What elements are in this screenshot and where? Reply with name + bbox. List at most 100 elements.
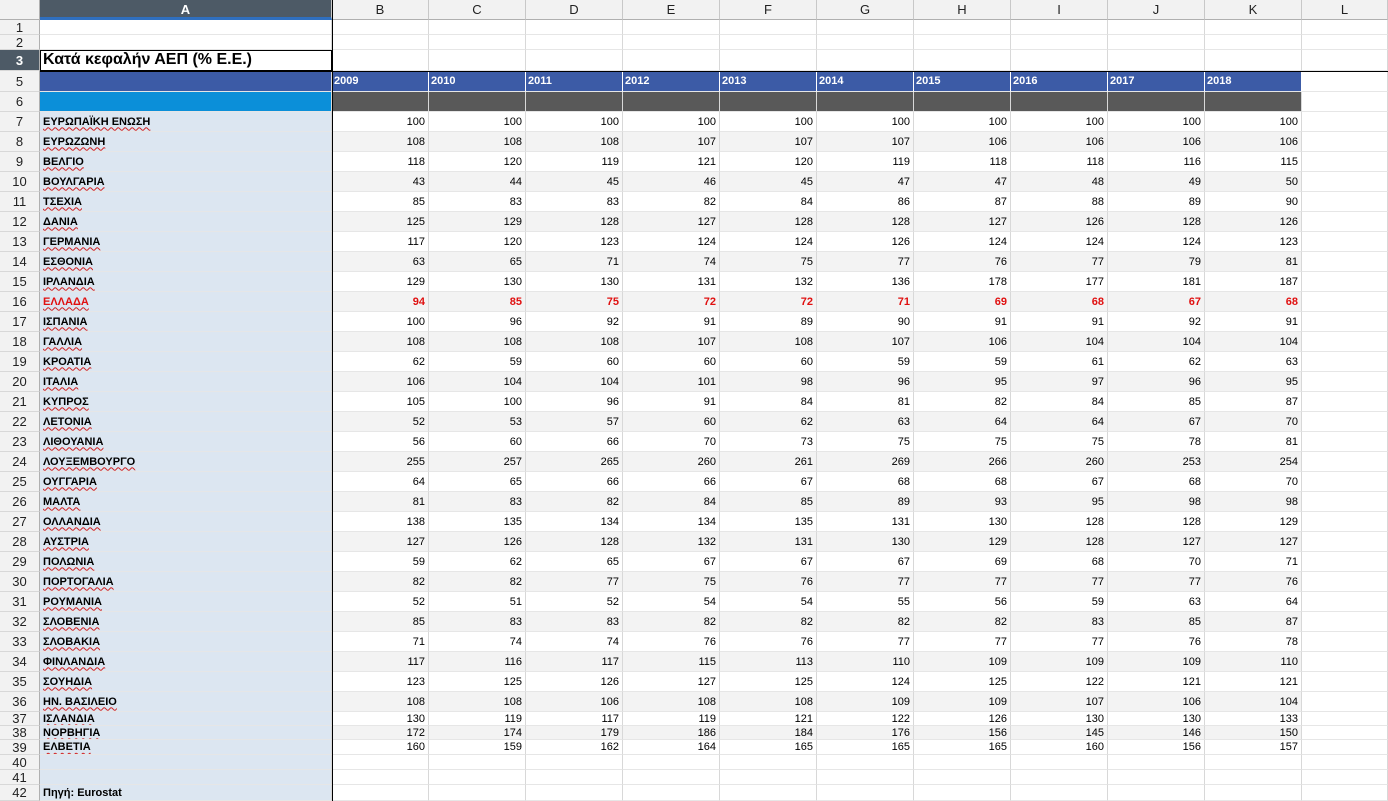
value-cell[interactable]: 68	[914, 472, 1011, 492]
empty-cell[interactable]	[1302, 492, 1388, 512]
select-all-corner[interactable]	[0, 0, 40, 20]
column-header-f[interactable]: F	[720, 0, 817, 20]
value-cell[interactable]: 150	[1205, 726, 1302, 740]
value-cell[interactable]: 266	[914, 452, 1011, 472]
value-cell[interactable]: 128	[1108, 512, 1205, 532]
value-cell[interactable]: 56	[332, 432, 429, 452]
value-cell[interactable]: 78	[1205, 632, 1302, 652]
value-cell[interactable]: 125	[720, 672, 817, 692]
value-cell[interactable]: 104	[1205, 692, 1302, 712]
country-label[interactable]: ΣΛΟΒΕΝΙΑ	[40, 612, 332, 632]
value-cell[interactable]: 76	[720, 632, 817, 652]
value-cell[interactable]: 104	[526, 372, 623, 392]
value-cell[interactable]: 47	[914, 172, 1011, 192]
value-cell[interactable]: 100	[332, 112, 429, 132]
value-cell[interactable]: 108	[526, 332, 623, 352]
value-cell[interactable]: 67	[720, 552, 817, 572]
value-cell[interactable]: 54	[623, 592, 720, 612]
value-cell[interactable]: 82	[720, 612, 817, 632]
country-label[interactable]: ΙΡΛΑΝΔΙΑ	[40, 272, 332, 292]
country-label[interactable]: ΕΥΡΩΠΑΪΚΗ ΕΝΩΣΗ	[40, 112, 332, 132]
value-cell[interactable]: 65	[526, 552, 623, 572]
value-cell[interactable]: 122	[1011, 672, 1108, 692]
value-cell[interactable]: 108	[332, 132, 429, 152]
value-cell[interactable]: 108	[429, 692, 526, 712]
value-cell[interactable]: 160	[332, 740, 429, 755]
value-cell[interactable]: 75	[526, 292, 623, 312]
row-header-40[interactable]: 40	[0, 755, 40, 770]
value-cell[interactable]: 127	[1205, 532, 1302, 552]
value-cell[interactable]: 91	[623, 392, 720, 412]
row-header-17[interactable]: 17	[0, 312, 40, 332]
value-cell[interactable]: 123	[332, 672, 429, 692]
sheet-title-cell[interactable]: Κατά κεφαλήν ΑΕΠ (% Ε.Ε.)	[40, 50, 332, 71]
value-cell[interactable]: 87	[914, 192, 1011, 212]
value-cell[interactable]: 109	[817, 692, 914, 712]
value-cell[interactable]: 131	[623, 272, 720, 292]
band-cell[interactable]	[40, 92, 332, 112]
country-label[interactable]: ΠΟΛΩΝΙΑ	[40, 552, 332, 572]
value-cell[interactable]: 106	[1205, 132, 1302, 152]
empty-cell[interactable]	[1108, 20, 1205, 35]
value-cell[interactable]: 95	[914, 372, 1011, 392]
empty-cell[interactable]	[526, 35, 623, 50]
value-cell[interactable]: 43	[332, 172, 429, 192]
value-cell[interactable]: 261	[720, 452, 817, 472]
value-cell[interactable]: 100	[720, 112, 817, 132]
value-cell[interactable]: 177	[1011, 272, 1108, 292]
value-cell[interactable]: 83	[1011, 612, 1108, 632]
value-cell[interactable]: 104	[1205, 332, 1302, 352]
value-cell[interactable]: 82	[623, 612, 720, 632]
empty-cell[interactable]	[1302, 612, 1388, 632]
empty-cell[interactable]	[817, 785, 914, 801]
empty-cell[interactable]	[526, 20, 623, 35]
value-cell[interactable]: 76	[1205, 572, 1302, 592]
value-cell[interactable]: 84	[623, 492, 720, 512]
value-cell[interactable]: 56	[914, 592, 1011, 612]
value-cell[interactable]: 122	[817, 712, 914, 726]
row-header-8[interactable]: 8	[0, 132, 40, 152]
value-cell[interactable]: 70	[1205, 412, 1302, 432]
value-cell[interactable]: 86	[817, 192, 914, 212]
empty-cell[interactable]	[1302, 652, 1388, 672]
value-cell[interactable]: 108	[429, 132, 526, 152]
value-cell[interactable]: 124	[1108, 232, 1205, 252]
year-header-2016[interactable]: 2016	[1011, 71, 1108, 92]
country-label[interactable]: ΣΛΟΒΑΚΙΑ	[40, 632, 332, 652]
value-cell[interactable]: 46	[623, 172, 720, 192]
empty-cell[interactable]	[1302, 20, 1388, 35]
empty-cell[interactable]	[720, 35, 817, 50]
country-label[interactable]: ΒΕΛΓΙΟ	[40, 152, 332, 172]
row-header-14[interactable]: 14	[0, 252, 40, 272]
value-cell[interactable]: 68	[1205, 292, 1302, 312]
value-cell[interactable]: 82	[914, 392, 1011, 412]
empty-cell[interactable]	[720, 770, 817, 785]
value-cell[interactable]: 50	[1205, 172, 1302, 192]
value-cell[interactable]: 165	[817, 740, 914, 755]
value-cell[interactable]: 71	[526, 252, 623, 272]
empty-cell[interactable]	[1011, 35, 1108, 50]
value-cell[interactable]: 81	[1205, 252, 1302, 272]
value-cell[interactable]: 125	[914, 672, 1011, 692]
value-cell[interactable]: 123	[526, 232, 623, 252]
country-label[interactable]: ΕΛΛΑΔΑ	[40, 292, 332, 312]
empty-cell[interactable]	[332, 35, 429, 50]
value-cell[interactable]: 126	[429, 532, 526, 552]
value-cell[interactable]: 82	[332, 572, 429, 592]
value-cell[interactable]: 106	[332, 372, 429, 392]
value-cell[interactable]: 253	[1108, 452, 1205, 472]
row-header-20[interactable]: 20	[0, 372, 40, 392]
value-cell[interactable]: 120	[429, 152, 526, 172]
row-header-18[interactable]: 18	[0, 332, 40, 352]
value-cell[interactable]: 87	[1205, 612, 1302, 632]
empty-cell[interactable]	[1302, 50, 1388, 71]
value-cell[interactable]: 128	[817, 212, 914, 232]
value-cell[interactable]: 97	[1011, 372, 1108, 392]
value-cell[interactable]: 121	[1108, 672, 1205, 692]
value-cell[interactable]: 146	[1108, 726, 1205, 740]
empty-cell[interactable]	[1011, 785, 1108, 801]
row-header-10[interactable]: 10	[0, 172, 40, 192]
empty-cell[interactable]	[1302, 770, 1388, 785]
empty-cell[interactable]	[1302, 35, 1388, 50]
value-cell[interactable]: 127	[623, 212, 720, 232]
